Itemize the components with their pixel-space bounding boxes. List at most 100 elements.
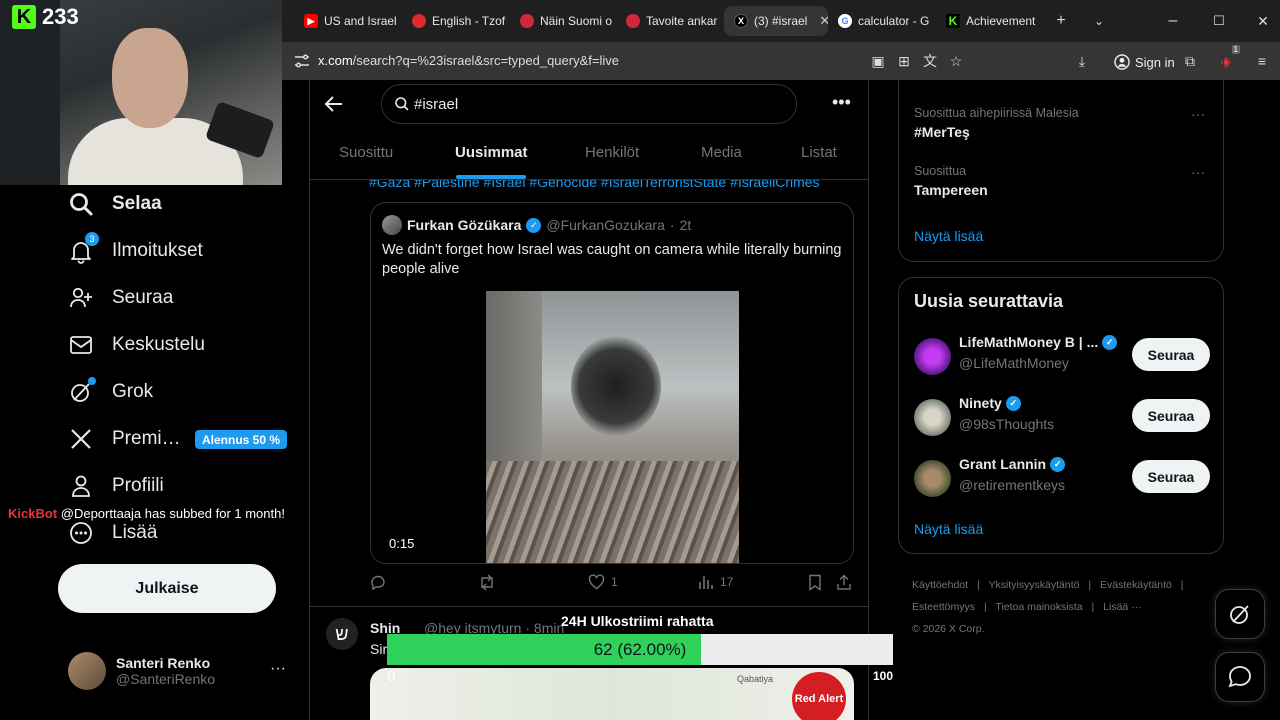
- video-player[interactable]: 0:15: [371, 291, 853, 563]
- close-tab-icon[interactable]: ✕: [819, 13, 828, 29]
- nav-label: Keskustelu: [112, 334, 205, 355]
- tab-label: US and Israel: [324, 14, 397, 28]
- like-count: 1: [611, 575, 618, 589]
- nav-label: Grok: [112, 381, 154, 402]
- separator-dot: ·: [669, 217, 675, 233]
- tab-lists[interactable]: Listat: [801, 144, 837, 161]
- like-button[interactable]: 1: [588, 574, 618, 590]
- tab-label: Näin Suomi o: [540, 14, 613, 28]
- more-horizontal-icon[interactable]: ···: [1191, 164, 1205, 180]
- footer-separator: |: [976, 579, 980, 591]
- footer-separator: |: [983, 601, 987, 613]
- minimize-button[interactable]: –: [1160, 8, 1186, 34]
- nav-item-explore[interactable]: Selaa: [68, 186, 162, 222]
- more-horizontal-icon[interactable]: •••: [832, 92, 851, 113]
- nav-item-notifications[interactable]: 3 Ilmoitukset: [68, 232, 203, 269]
- footer-separator: |: [1091, 601, 1095, 613]
- verified-badge-icon: ✓: [526, 217, 542, 233]
- menu-icon[interactable]: ≡: [1252, 51, 1272, 71]
- search-input[interactable]: #israel: [381, 84, 797, 124]
- viewer-count: 233: [42, 4, 79, 29]
- trend-item[interactable]: Suosittua Tampereen: [914, 164, 988, 198]
- account-handle: @LifeMathMoney: [959, 355, 1069, 371]
- video-rubble: [486, 461, 739, 563]
- back-arrow-icon[interactable]: [324, 94, 344, 114]
- nav-label: Seuraa: [112, 287, 174, 308]
- follow-button[interactable]: Seuraa: [1132, 460, 1210, 493]
- picture-icon[interactable]: ▣: [868, 51, 888, 71]
- next-post-map-image[interactable]: Qabatiya Red Alert: [370, 668, 854, 720]
- footer-link[interactable]: Käyttöehdot: [912, 579, 968, 591]
- tab-media[interactable]: Media: [701, 144, 742, 161]
- tab-list-chevron-icon[interactable]: ⌄: [1086, 8, 1112, 34]
- messages-fab-button[interactable]: [1215, 652, 1265, 702]
- footer-links: Käyttöehdot | Yksityisyyskäytäntö | Eväs…: [912, 574, 1212, 640]
- nav-item-profile[interactable]: Profiili: [68, 468, 164, 504]
- premium-discount-badge[interactable]: Alennus 50 %: [195, 430, 288, 449]
- tab-people[interactable]: Henkilöt: [585, 144, 639, 161]
- kickbot-name: KickBot: [8, 506, 58, 521]
- more-horizontal-icon[interactable]: ···: [1191, 106, 1205, 122]
- browser-tab[interactable]: English - Tzof: [402, 6, 512, 36]
- follow-button[interactable]: Seuraa: [1132, 338, 1210, 371]
- stream-goal-progress-bar: 62 (62.00%): [387, 634, 893, 665]
- streamer-head: [112, 28, 188, 128]
- views-bar-icon: [699, 576, 713, 589]
- account-name: Grant Lannin ✓: [959, 456, 1066, 472]
- footer-link[interactable]: Yksityisyyskäytäntö: [988, 579, 1079, 591]
- views-button[interactable]: 17: [698, 574, 733, 590]
- browser-tab-active[interactable]: X (3) #israel ✕: [724, 6, 828, 36]
- trend-context: Suosittua: [914, 164, 967, 178]
- nav-item-premium[interactable]: Premi…: [68, 421, 181, 457]
- tab-latest[interactable]: Uusimmat: [455, 144, 528, 161]
- account-switcher[interactable]: Santeri Renko @SanteriRenko: [68, 652, 215, 690]
- notification-count-badge: 3: [85, 232, 99, 246]
- tab-top[interactable]: Suosittu: [339, 144, 393, 161]
- url-field[interactable]: x.com/search?q=%23israel&src=typed_query…: [318, 53, 619, 68]
- quoted-post[interactable]: Furkan Gözükara ✓ @FurkanGozukara · 2t W…: [370, 202, 854, 564]
- browser-tab[interactable]: Näin Suomi o: [510, 6, 620, 36]
- nav-item-messages[interactable]: Keskustelu: [68, 327, 205, 363]
- nav-item-grok[interactable]: Grok: [68, 374, 153, 410]
- nav-item-follow[interactable]: Seuraa: [68, 280, 173, 316]
- verified-badge-icon: ✓: [1005, 395, 1021, 411]
- account-handle: @98sThoughts: [959, 416, 1055, 432]
- post-hashtags[interactable]: #Gaza #Palestine #Israel #Genocide #Isra…: [369, 179, 820, 190]
- webcam-overlay: K 233: [0, 0, 282, 185]
- account-name-text: Grant Lannin: [959, 456, 1047, 472]
- browser-tab[interactable]: Tavoite ankar: [616, 6, 726, 36]
- post-button[interactable]: Julkaise: [58, 564, 276, 613]
- repost-icon: [481, 574, 493, 591]
- close-window-button[interactable]: ✕: [1250, 8, 1276, 34]
- grok-fab-button[interactable]: [1215, 589, 1265, 639]
- repost-button[interactable]: [478, 574, 496, 591]
- tab-label: English - Tzof: [432, 14, 506, 28]
- follow-show-more-link[interactable]: Näytä lisää: [914, 521, 983, 537]
- site-settings-icon[interactable]: [292, 51, 312, 71]
- share-button[interactable]: [836, 574, 852, 591]
- browser-tab[interactable]: ▶ US and Israel: [294, 6, 404, 36]
- follow-button[interactable]: Seuraa: [1132, 399, 1210, 432]
- reply-button[interactable]: [370, 574, 387, 591]
- trends-show-more-link[interactable]: Näytä lisää: [914, 228, 983, 244]
- tab-label: (3) #israel: [754, 14, 808, 28]
- maximize-button[interactable]: ☐: [1206, 8, 1232, 34]
- more-horizontal-icon[interactable]: ···: [270, 660, 286, 678]
- bookmark-icon: [809, 574, 821, 591]
- trend-item[interactable]: Suosittua aihepiirissä Malesia #MerTeş: [914, 106, 1079, 140]
- bookmark-button[interactable]: [808, 574, 822, 591]
- footer-link[interactable]: Esteettömyys: [912, 601, 975, 613]
- footer-link[interactable]: Evästekäytäntö: [1100, 579, 1172, 591]
- nav-label: Profiili: [112, 475, 164, 496]
- footer-separator: |: [1180, 579, 1184, 591]
- follow-suggestion[interactable]: Grant Lannin ✓ @retirementkeys Seuraa: [914, 456, 1212, 500]
- footer-more-link[interactable]: Lisää ···: [1103, 601, 1142, 613]
- tab-label: Achievement: [966, 14, 1036, 28]
- browser-tab[interactable]: G calculator - G: [828, 6, 936, 36]
- youtube-icon: ▶: [304, 14, 318, 28]
- new-tab-button[interactable]: +: [1048, 8, 1074, 34]
- browser-tab[interactable]: K Achievement: [936, 6, 1044, 36]
- follow-suggestion[interactable]: LifeMathMoney B | ... ✓ @LifeMathMoney Se…: [914, 334, 1212, 378]
- footer-link[interactable]: Tietoa mainoksista: [995, 601, 1082, 613]
- follow-suggestion[interactable]: Ninety ✓ @98sThoughts Seuraa: [914, 395, 1212, 439]
